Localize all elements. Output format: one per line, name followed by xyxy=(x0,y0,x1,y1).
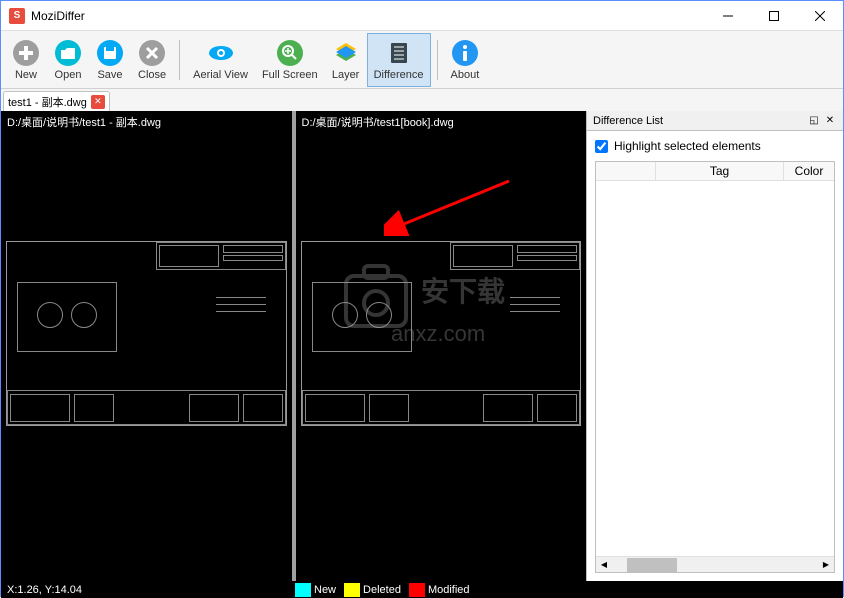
tabbar: test1 - 副本.dwg ✕ xyxy=(1,89,843,111)
difference-list[interactable]: Tag Color ◀ ▶ xyxy=(595,161,835,573)
fullscreen-icon xyxy=(276,39,304,67)
full-screen-button[interactable]: Full Screen xyxy=(255,33,325,87)
legend-modified-label: Modified xyxy=(428,584,470,596)
left-viewport[interactable]: D:/桌面/说明书/test1 - 副本.dwg xyxy=(1,111,296,581)
layer-icon xyxy=(332,39,360,67)
dwg-drawing xyxy=(301,241,582,426)
list-body xyxy=(596,181,834,556)
open-button[interactable]: Open xyxy=(47,33,89,87)
aerial-view-button[interactable]: Aerial View xyxy=(186,33,255,87)
list-header-tag[interactable]: Tag xyxy=(656,162,784,180)
highlight-checkbox[interactable] xyxy=(595,140,608,153)
difference-button[interactable]: Difference xyxy=(367,33,431,87)
minimize-button[interactable] xyxy=(705,1,751,31)
close-icon xyxy=(138,39,166,67)
layer-button[interactable]: Layer xyxy=(325,33,367,87)
eye-icon xyxy=(207,39,235,67)
scroll-track[interactable] xyxy=(612,558,818,572)
legend-new-color xyxy=(295,583,311,597)
viewport-area: D:/桌面/说明书/test1 - 副本.dwg xyxy=(1,111,586,581)
maximize-button[interactable] xyxy=(751,1,797,31)
status-legend: New Deleted Modified xyxy=(295,583,478,597)
list-header-blank[interactable] xyxy=(596,162,656,180)
scroll-thumb[interactable] xyxy=(627,558,677,572)
legend-deleted-color xyxy=(344,583,360,597)
toolbar: New Open Save Close Aerial View Full Scr… xyxy=(1,31,843,89)
arrow-annotation xyxy=(384,176,514,236)
new-icon xyxy=(12,39,40,67)
statusbar: X:1.26, Y:14.04 New Deleted Modified xyxy=(1,581,843,598)
open-icon xyxy=(54,39,82,67)
tab-close-button[interactable]: ✕ xyxy=(91,95,105,109)
toolbar-separator xyxy=(179,40,180,80)
left-viewport-path: D:/桌面/说明书/test1 - 副本.dwg xyxy=(1,111,292,133)
difference-icon xyxy=(385,39,413,67)
tab-label: test1 - 副本.dwg xyxy=(8,94,87,110)
highlight-label: Highlight selected elements xyxy=(614,139,761,153)
list-header: Tag Color xyxy=(596,162,834,181)
document-tab[interactable]: test1 - 副本.dwg ✕ xyxy=(3,91,110,111)
legend-new-label: New xyxy=(314,584,336,596)
scroll-right-arrow[interactable]: ▶ xyxy=(818,558,834,572)
panel-header: Difference List ◱ ✕ xyxy=(587,111,843,131)
difference-list-panel: Difference List ◱ ✕ Highlight selected e… xyxy=(586,111,843,581)
save-icon xyxy=(96,39,124,67)
titlebar-text: MoziDiffer xyxy=(31,9,705,23)
app-icon: S xyxy=(9,8,25,24)
status-coordinates: X:1.26, Y:14.04 xyxy=(1,584,295,596)
about-button[interactable]: About xyxy=(444,33,487,87)
save-button[interactable]: Save xyxy=(89,33,131,87)
close-file-button[interactable]: Close xyxy=(131,33,173,87)
main-area: D:/桌面/说明书/test1 - 副本.dwg xyxy=(1,111,843,581)
panel-close-button[interactable]: ✕ xyxy=(823,114,837,128)
info-icon xyxy=(451,39,479,67)
scroll-left-arrow[interactable]: ◀ xyxy=(596,558,612,572)
new-button[interactable]: New xyxy=(5,33,47,87)
legend-deleted-label: Deleted xyxy=(363,584,401,596)
right-viewport-path: D:/桌面/说明书/test1[book].dwg xyxy=(296,111,587,133)
right-viewport[interactable]: D:/桌面/说明书/test1[book].dwg xyxy=(296,111,587,581)
toolbar-separator xyxy=(437,40,438,80)
dwg-drawing xyxy=(6,241,287,426)
panel-float-button[interactable]: ◱ xyxy=(807,114,821,128)
titlebar: S MoziDiffer xyxy=(1,1,843,31)
panel-title: Difference List xyxy=(593,115,805,127)
list-header-color[interactable]: Color xyxy=(784,162,834,180)
legend-modified-color xyxy=(409,583,425,597)
close-button[interactable] xyxy=(797,1,843,31)
highlight-checkbox-row[interactable]: Highlight selected elements xyxy=(595,139,835,153)
horizontal-scrollbar[interactable]: ◀ ▶ xyxy=(596,556,834,572)
